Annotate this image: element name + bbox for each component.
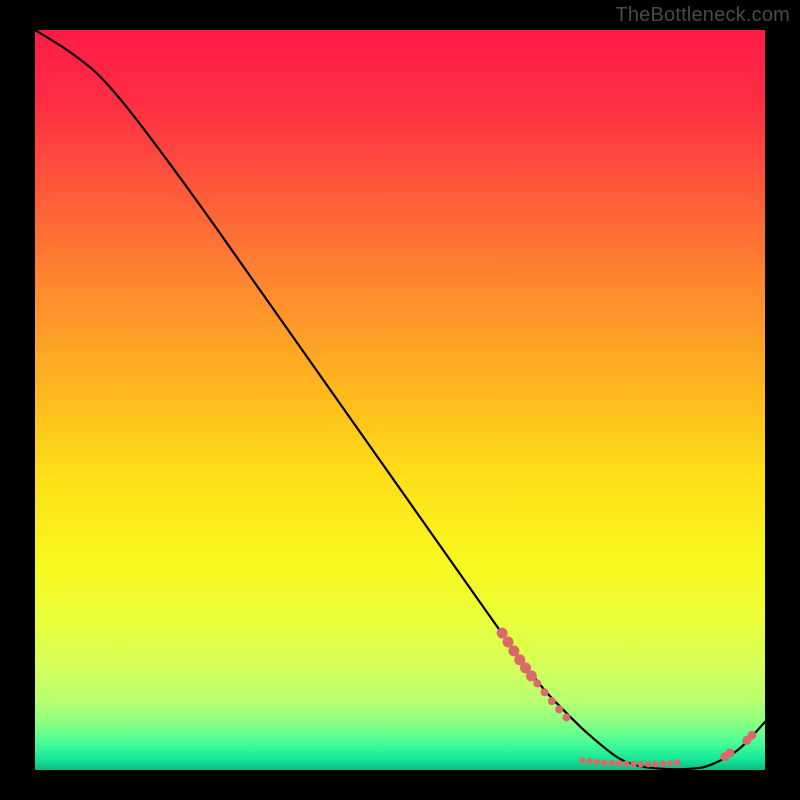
data-point	[747, 731, 756, 740]
data-point	[638, 761, 644, 767]
data-point	[630, 761, 636, 767]
data-point	[623, 761, 629, 767]
data-point	[616, 760, 622, 766]
data-point	[579, 757, 585, 763]
data-point	[652, 761, 658, 767]
data-point	[587, 758, 593, 764]
data-point	[725, 748, 734, 757]
plot-area	[35, 30, 765, 770]
data-point	[555, 705, 563, 713]
data-point	[667, 760, 673, 766]
marker-group	[497, 628, 757, 768]
data-point	[526, 671, 537, 682]
data-point	[674, 759, 680, 765]
chart-frame: TheBottleneck.com	[0, 0, 800, 800]
curve-line	[35, 30, 765, 769]
data-point	[601, 759, 607, 765]
data-point	[645, 761, 651, 767]
chart-overlay	[35, 30, 765, 770]
data-point	[609, 760, 615, 766]
data-point	[562, 713, 570, 721]
data-point	[548, 697, 556, 705]
data-point	[541, 688, 549, 696]
data-point	[533, 679, 541, 687]
watermark-text: TheBottleneck.com	[615, 4, 790, 27]
data-point	[594, 759, 600, 765]
data-point	[660, 761, 666, 767]
